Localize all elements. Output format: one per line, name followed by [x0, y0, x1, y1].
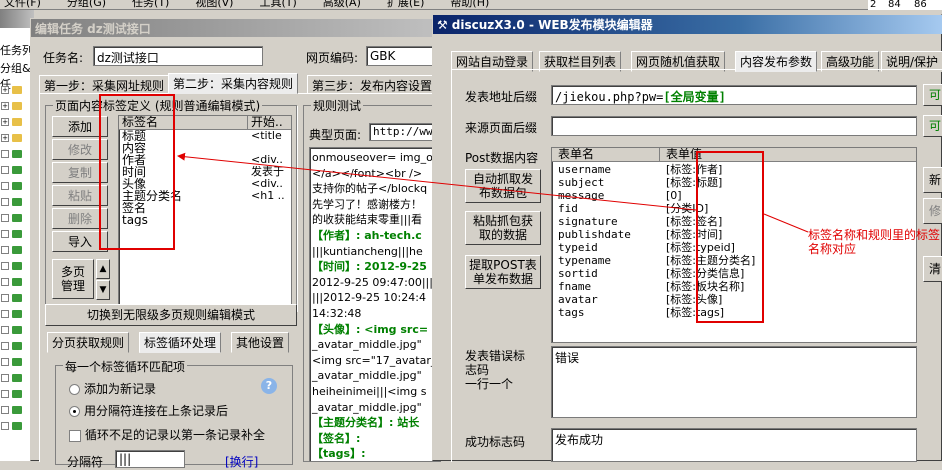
annotation-note: 标签名称和规则里的标签 名称对应 [808, 228, 941, 256]
arrow-to-tag-list [177, 152, 697, 211]
tab-step-2[interactable]: 第二步：采集内容规则 [168, 73, 299, 94]
tab-loop[interactable]: 标签循环处理 [139, 332, 222, 353]
discuz-tab-3[interactable]: 内容发布参数 [735, 51, 818, 72]
arrow-from-note [763, 213, 809, 233]
